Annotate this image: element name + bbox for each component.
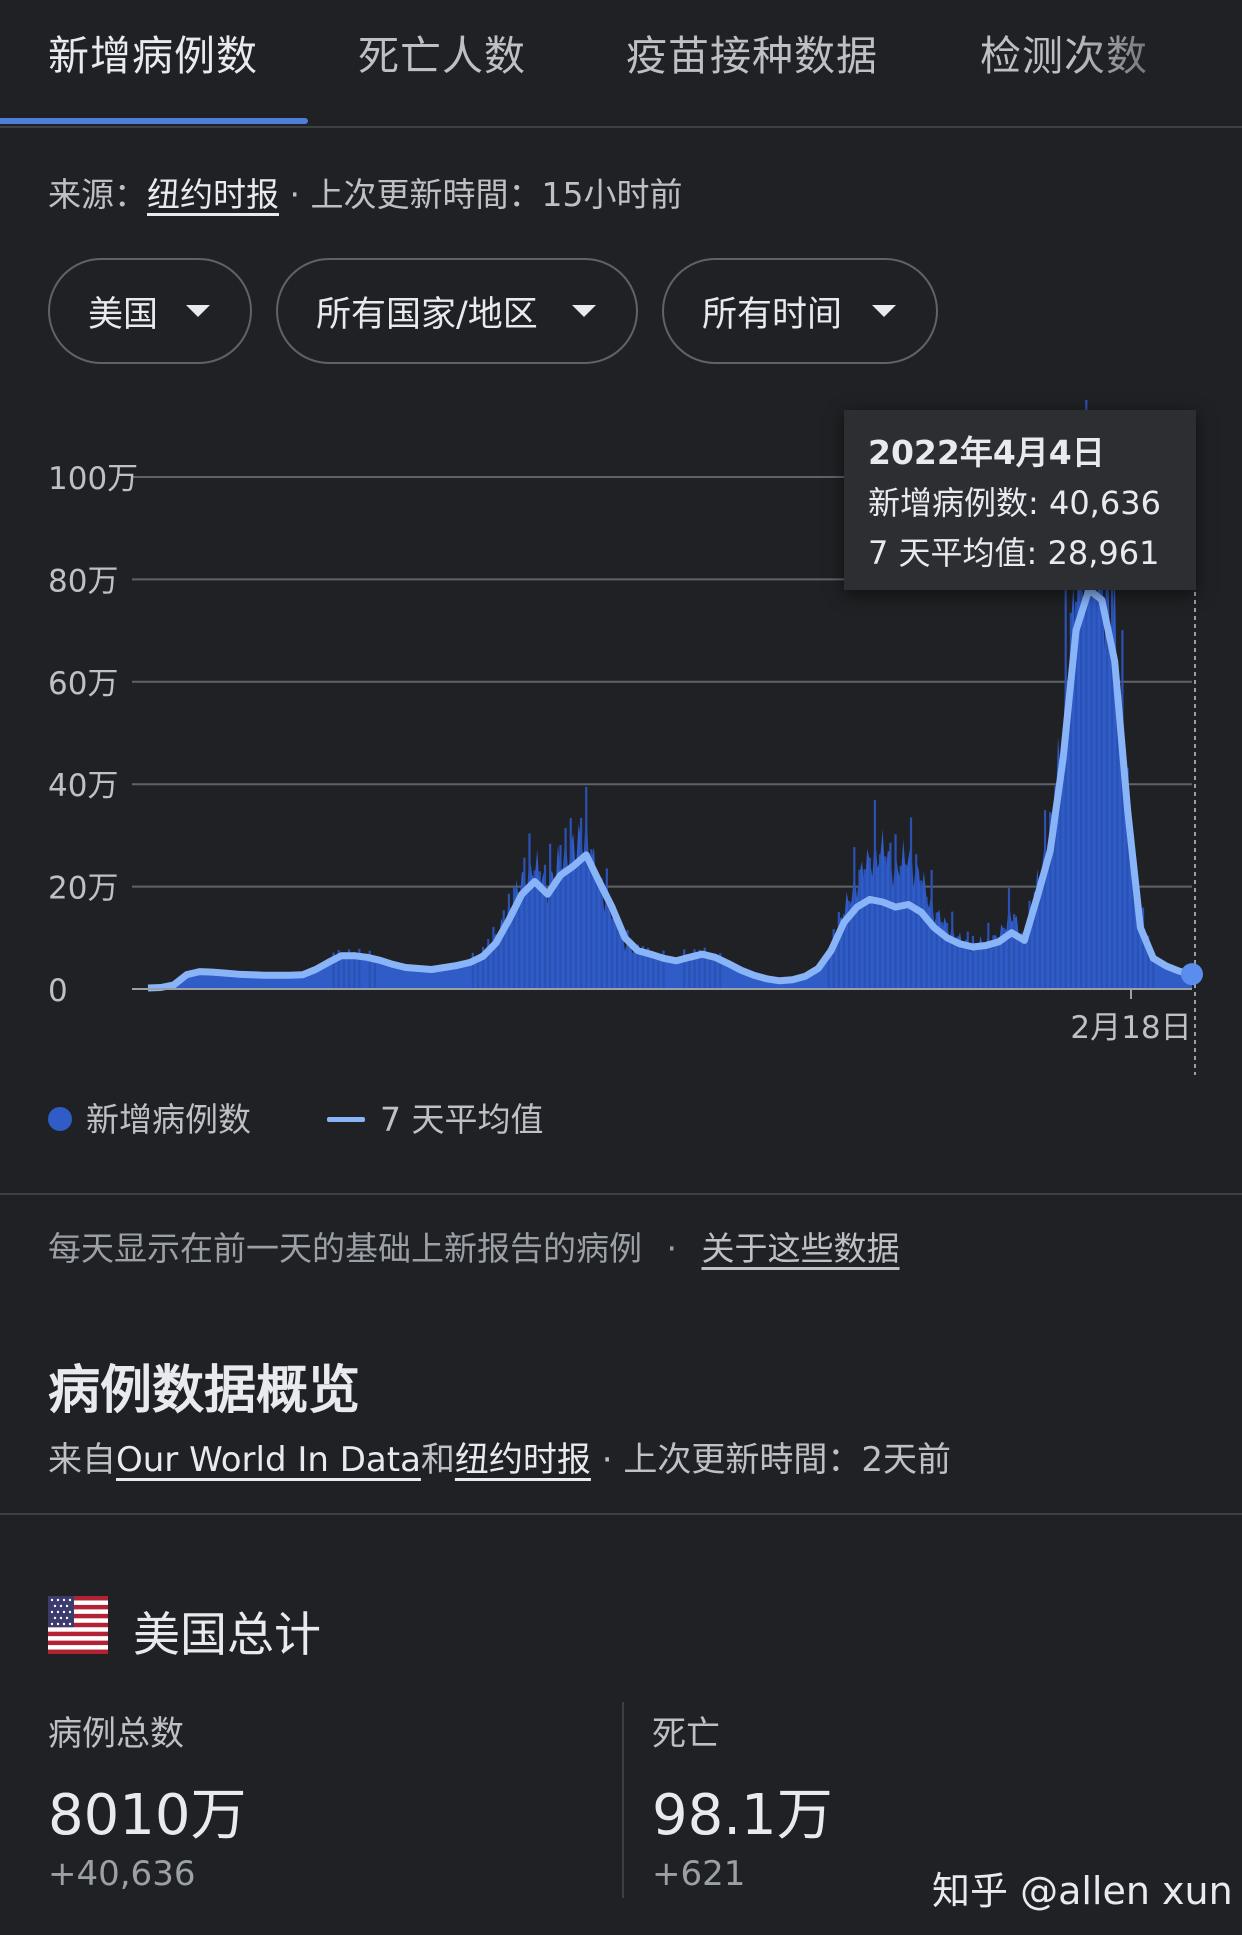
overview-and: 和 — [420, 1440, 455, 1480]
dropdown-arrow-icon — [186, 305, 210, 317]
legend-average-line-icon — [327, 1117, 365, 1122]
legend-cases-dot-icon — [48, 1107, 72, 1131]
overview-updated: · 上次更新時間：2天前 — [601, 1440, 951, 1480]
legend-cases-label: 新增病例数 — [86, 1100, 251, 1139]
time-filter-chip[interactable]: 所有时间 — [662, 258, 938, 364]
source-prefix: 来源： — [48, 175, 147, 214]
watermark: 知乎 @allen xun — [932, 1869, 1233, 1913]
tooltip-average: 7 天平均值: 28,961 — [868, 534, 1160, 572]
source-updated: · 上次更新時間：15小时前 — [289, 175, 683, 214]
total-cases-label: 病例总数 — [48, 1714, 184, 1754]
y-tick-label: 20万 — [48, 871, 118, 907]
tab-new-cases[interactable]: 新增病例数 — [48, 22, 258, 82]
divider — [0, 1513, 1242, 1515]
us-total-title: 美国总计 — [133, 1608, 321, 1663]
x-tick-label: 2月18日 — [1070, 1010, 1191, 1046]
tab-vaccinations[interactable]: 疫苗接种数据 — [626, 22, 878, 82]
source-line: 来源：纽约时报 · 上次更新時間：15小时前 — [48, 168, 682, 216]
nyt-link[interactable]: 纽约时报 — [455, 1440, 591, 1480]
country-filter-label: 美国 — [88, 294, 159, 335]
region-filter-chip[interactable]: 所有国家/地区 — [276, 258, 638, 364]
y-tick-label: 100万 — [48, 461, 138, 497]
region-filter-label: 所有国家/地区 — [316, 294, 538, 335]
tab-deaths[interactable]: 死亡人数 — [358, 22, 526, 82]
tab-tests[interactable]: 检测次数 — [980, 22, 1148, 82]
about-data-link[interactable]: 关于这些数据 — [702, 1229, 900, 1268]
stats-divider — [622, 1702, 624, 1898]
owid-link[interactable]: Our World In Data — [116, 1440, 421, 1480]
note-separator: · — [666, 1229, 678, 1268]
y-tick-label: 0 — [48, 973, 68, 1009]
total-deaths-value: 98.1万 — [652, 1783, 833, 1848]
tooltip-cases: 新增病例数: 40,636 — [868, 484, 1161, 522]
hover-point[interactable] — [1181, 963, 1203, 986]
overview-source: 来自Our World In Data和纽约时报 · 上次更新時間：2天前 — [48, 1432, 951, 1481]
y-tick-label: 60万 — [48, 666, 118, 702]
country-filter-chip[interactable]: 美国 — [48, 258, 252, 364]
total-deaths-delta: +621 — [652, 1854, 746, 1894]
y-tick-label: 80万 — [48, 563, 118, 599]
time-filter-label: 所有时间 — [702, 294, 843, 335]
tooltip-date: 2022年4月4日 — [868, 433, 1105, 472]
overview-title: 病例数据概览 — [48, 1361, 361, 1421]
dropdown-arrow-icon — [572, 305, 596, 317]
divider — [0, 1193, 1242, 1195]
tab-bar: 新增病例数 死亡人数 疫苗接种数据 检测次数 — [0, 0, 1242, 128]
y-tick-label: 40万 — [48, 768, 118, 804]
source-link[interactable]: 纽约时报 — [147, 175, 279, 214]
total-cases-value: 8010万 — [48, 1783, 247, 1848]
legend-average-label: 7 天平均值 — [380, 1100, 544, 1139]
us-flag-icon — [48, 1596, 108, 1654]
total-deaths-label: 死亡 — [652, 1714, 720, 1754]
overview-from-prefix: 来自 — [48, 1440, 116, 1480]
dropdown-arrow-icon — [872, 305, 896, 317]
total-cases-delta: +40,636 — [48, 1854, 196, 1894]
active-tab-indicator — [0, 118, 308, 124]
chart-tooltip: 2022年4月4日 新增病例数: 40,636 7 天平均值: 28,961 — [844, 410, 1196, 590]
note-text: 每天显示在前一天的基础上新报告的病例 — [48, 1229, 642, 1268]
data-note: 每天显示在前一天的基础上新报告的病例 · 关于这些数据 — [48, 1222, 900, 1270]
